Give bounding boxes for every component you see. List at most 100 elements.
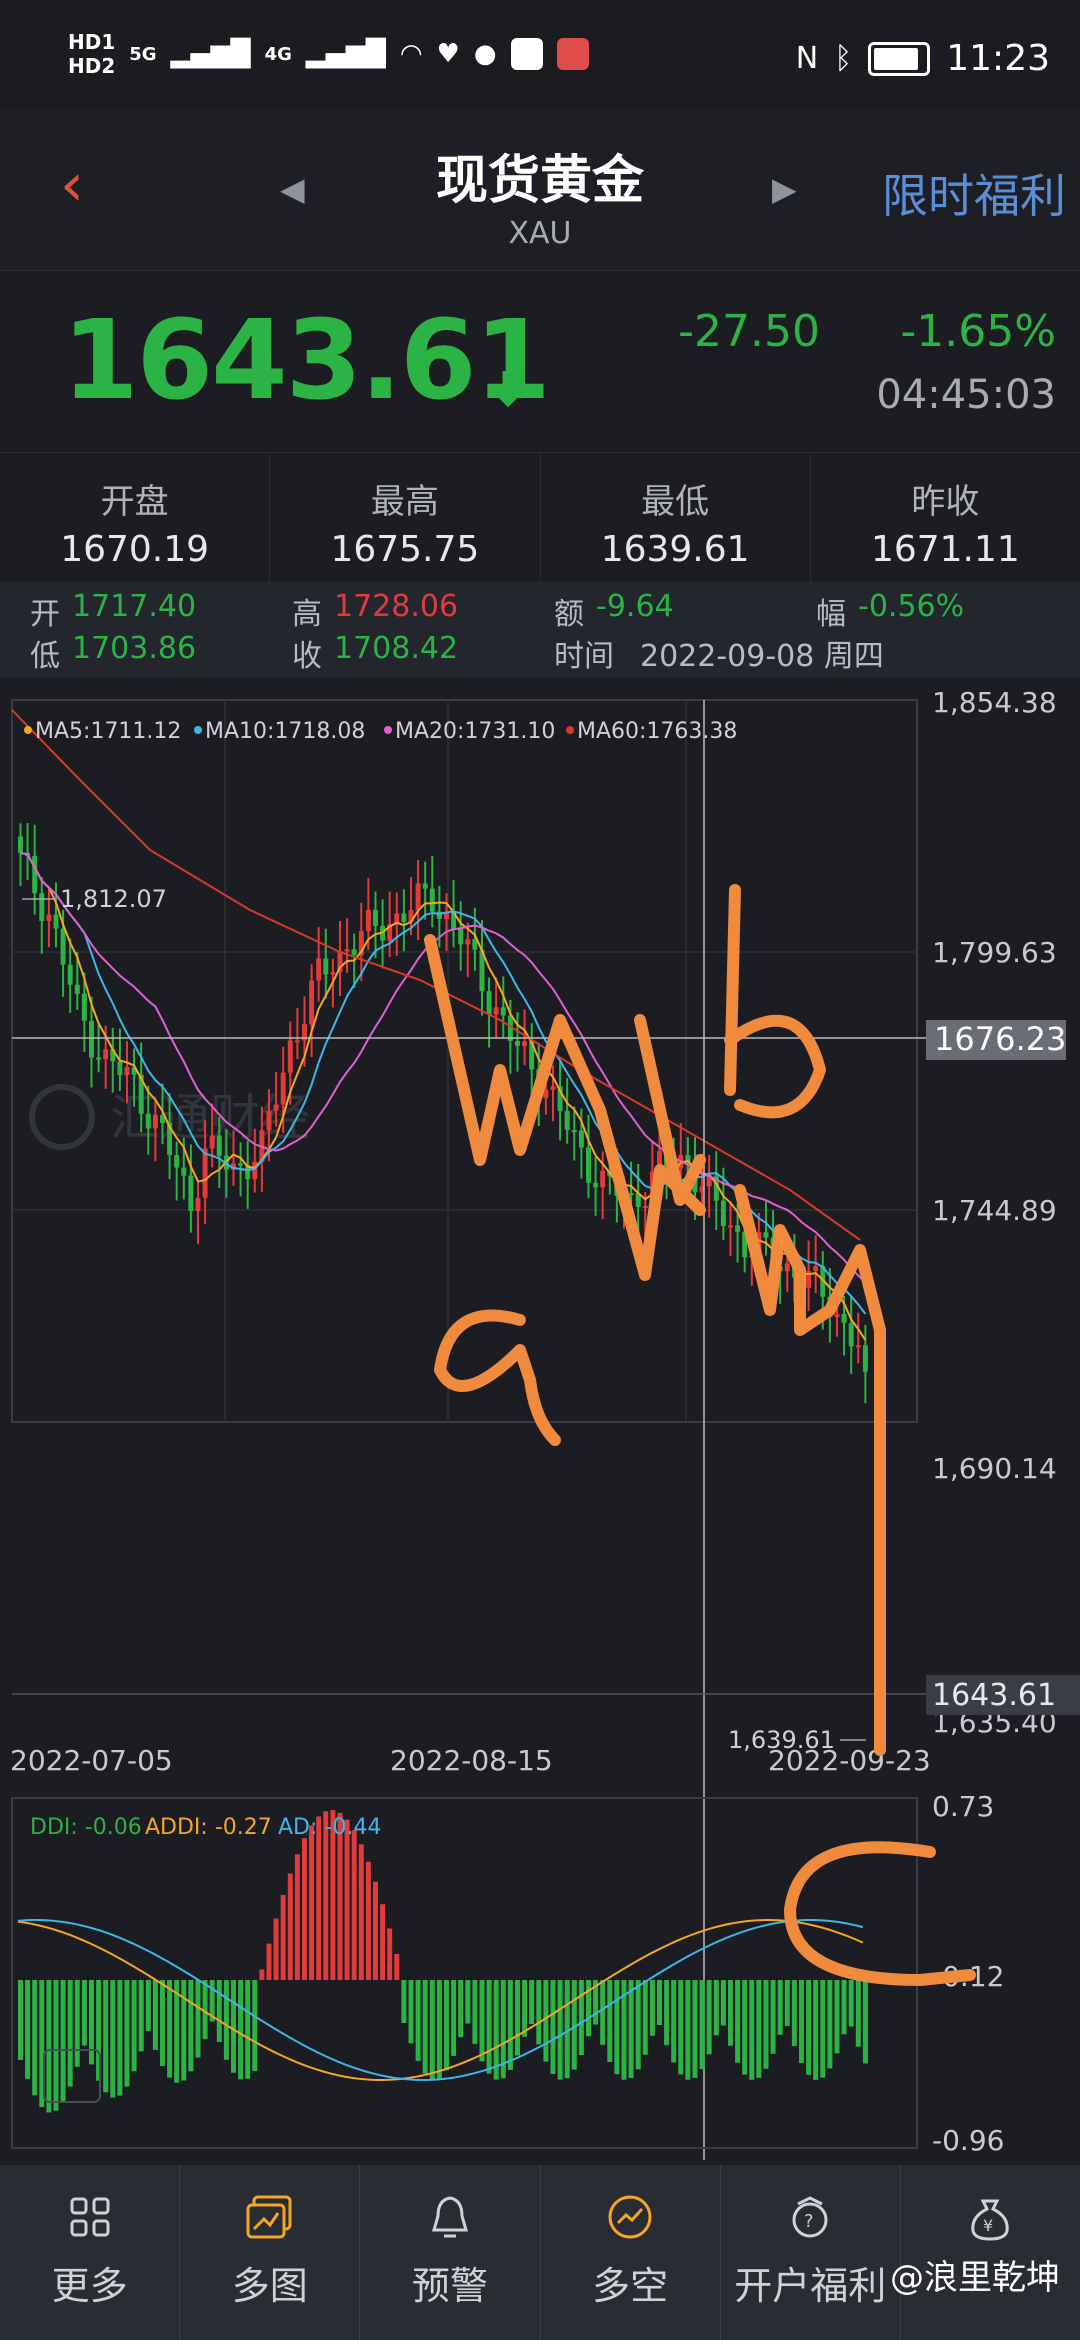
- indicator-bar: [223, 1980, 229, 2060]
- nav-multi-chart[interactable]: 多图: [180, 2165, 361, 2340]
- indicator-bar: [216, 1980, 222, 2042]
- stat-open: 开盘 1670.19: [0, 452, 271, 582]
- indicator-bar: [380, 1904, 386, 1980]
- range-value: -0.56%: [858, 589, 965, 624]
- indicator-bar: [628, 1980, 634, 2079]
- indicator-bar: [358, 1844, 364, 1980]
- candle-body: [188, 1175, 194, 1212]
- indicator-bar: [770, 1980, 776, 2054]
- nav-account-bonus[interactable]: ? 开户福利: [721, 2165, 901, 2340]
- indicator-bar: [827, 1980, 833, 2069]
- status-bar: HD1 HD2 5G ▂▄▆█ 4G ▂▄▆█ ◠ ♥ ● N ᛒ 11:23: [0, 0, 1080, 110]
- indicator-bar: [138, 1980, 144, 2052]
- y-tick: 1,854.38: [932, 690, 1057, 719]
- nav-more[interactable]: 更多: [0, 2165, 181, 2340]
- ind-y-tick: -0.96: [932, 2124, 1004, 2157]
- last-price-tag-text: 1643.61: [932, 1678, 1056, 1713]
- indicator-bar: [152, 1980, 158, 2050]
- indicator-bar: [799, 1980, 804, 2064]
- candle-body: [429, 888, 435, 912]
- indicator-bar: [763, 1980, 769, 2069]
- bell-icon: [360, 2187, 539, 2247]
- open-label: 开: [30, 597, 60, 632]
- low-label: 低: [30, 639, 60, 674]
- indicator-bars: [18, 1810, 868, 2113]
- indicator-bar: [571, 1980, 577, 2070]
- candle-body: [238, 1163, 244, 1166]
- candle-body: [593, 1182, 599, 1188]
- main-chart-frame: [11, 699, 918, 1423]
- indicator-bar: [18, 1980, 23, 2060]
- y-axis: 1,854.38 1,799.63 1,744.89 1,690.14 1,63…: [932, 690, 1057, 1739]
- indicator-bar: [365, 1861, 371, 1980]
- indicator-legend: DDI: -0.06 ADDI: -0.27 AD: -0.44: [30, 1815, 381, 1840]
- indicator-bar: [649, 1980, 655, 2036]
- y-tick: 1,744.89: [932, 1194, 1057, 1227]
- indicator-bar: [53, 1980, 59, 2111]
- candle-body: [728, 1225, 733, 1228]
- candle-body: [465, 939, 471, 945]
- indicator-bar: [578, 1980, 584, 2056]
- indicator-bar: [841, 1980, 847, 2035]
- indicator-bar: [280, 1895, 286, 1980]
- heart-icon: ♥: [436, 39, 460, 69]
- candle-body: [373, 909, 378, 926]
- stat-label: 最低: [641, 482, 710, 522]
- indicator-bar: [728, 1980, 733, 2046]
- candle-body: [458, 929, 464, 945]
- next-arrow-icon[interactable]: ▶: [772, 170, 797, 208]
- candle-body: [89, 1020, 94, 1058]
- indicator-bar: [699, 1980, 705, 2070]
- battery-icon: [868, 41, 931, 76]
- indicator-bar: [351, 1830, 357, 1980]
- indicator-bar: [394, 1953, 400, 1980]
- indicator-bar: [110, 1980, 116, 2098]
- app-icon: [556, 38, 589, 70]
- indicator-bar: [791, 1980, 797, 2047]
- close-value: 1708.42: [334, 631, 459, 666]
- candle-body: [720, 1200, 726, 1226]
- status-left: HD1 HD2 5G ▂▄▆█ 4G ▂▄▆█ ◠ ♥ ●: [68, 32, 589, 76]
- candle-body: [784, 1263, 790, 1272]
- candle-body: [515, 1040, 520, 1046]
- indicator-bar: [117, 1980, 123, 2096]
- candle-body: [522, 1041, 528, 1046]
- candle-body: [117, 1061, 123, 1076]
- indicator-bar: [231, 1980, 236, 2073]
- candle-body: [855, 1345, 861, 1348]
- high-label: 高: [292, 597, 322, 632]
- ma10-dot: [194, 726, 202, 734]
- indicator-bar: [160, 1980, 165, 2067]
- indicator-bar: [259, 1969, 265, 1980]
- indicator-bar: [706, 1980, 712, 2055]
- kline-chart[interactable]: 汇通财经 MA5:1711.12 MA10:1718.08 MA20:1731.…: [0, 690, 1080, 2160]
- price-time: 04:45:03: [876, 372, 1056, 418]
- candle-body: [152, 1114, 158, 1129]
- nav-alert[interactable]: 预警: [360, 2165, 541, 2340]
- indicator-bar: [252, 1980, 258, 2072]
- candle-body: [209, 1135, 215, 1149]
- amount-label: 额: [554, 597, 584, 632]
- indicator-bar: [635, 1980, 641, 2070]
- candle-body: [365, 909, 371, 932]
- indicator-bar: [607, 1980, 613, 2063]
- indicator-bar: [735, 1980, 741, 2063]
- candle-body: [96, 1057, 102, 1060]
- promo-link[interactable]: 限时福利: [882, 160, 1066, 226]
- nav-long-short[interactable]: 多空: [541, 2165, 721, 2340]
- addi-label: ADDI: -0.27: [145, 1815, 272, 1840]
- low-value: 1703.86: [72, 631, 197, 666]
- arrow-down-icon: ⬇: [488, 362, 529, 418]
- x-axis: 2022-07-05 2022-08-15 2022-09-23: [10, 1744, 931, 1777]
- candle-body: [834, 1313, 840, 1317]
- ma20-label: MA20:1731.10: [395, 719, 555, 744]
- time-value: 2022-09-08 周四: [640, 639, 884, 674]
- indicator-bar: [124, 1980, 130, 2087]
- svg-text:?: ?: [804, 2211, 814, 2232]
- indicator-bar: [713, 1980, 719, 2036]
- indicator-bar: [458, 1980, 464, 2038]
- indicator-bar: [657, 1980, 662, 2026]
- gift-icon: ?: [721, 2187, 900, 2247]
- indicator-bar: [131, 1980, 137, 2072]
- indicator-bar: [784, 1980, 790, 2027]
